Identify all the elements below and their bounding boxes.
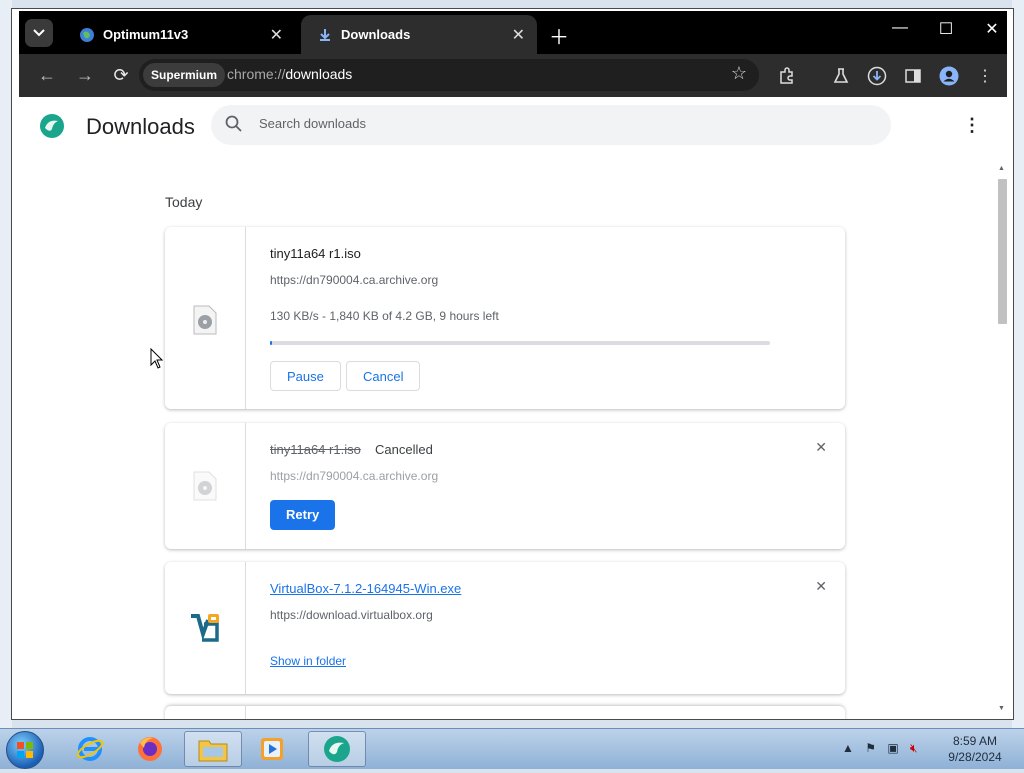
tab-optimum11v3[interactable]: Optimum11v3 ✕ (63, 15, 295, 54)
scroll-down-arrow-icon[interactable]: ▼ (998, 705, 1005, 712)
back-button[interactable]: ← (35, 65, 59, 86)
minimize-button[interactable]: — (885, 19, 915, 37)
downloads-page: Downloads ⋮ Today tiny11a64 r1.iso https… (19, 97, 1007, 719)
file-source-url[interactable]: https://dn790004.ca.archive.org (270, 469, 438, 483)
more-actions-icon[interactable]: ⋮ (963, 115, 981, 136)
firefox-icon[interactable] (124, 731, 176, 767)
taskbar-clock[interactable]: 8:59 AM 9/28/2024 (944, 733, 1006, 765)
iso-file-icon (193, 471, 217, 501)
remove-from-list-icon[interactable]: ✕ (815, 578, 827, 595)
media-player-icon[interactable] (246, 731, 298, 767)
download-status: Cancelled (375, 442, 433, 457)
browser-chip[interactable]: Supermium (143, 63, 226, 87)
download-card-cancelled: tiny11a64 r1.iso Cancelled https://dn790… (165, 423, 845, 549)
pause-button[interactable]: Pause (270, 361, 341, 391)
tab-downloads[interactable]: Downloads ✕ (301, 15, 537, 54)
tab-search-dropdown[interactable] (25, 19, 53, 47)
action-center-flag-icon[interactable]: ⚑ (865, 741, 876, 755)
system-tray: ▲ ⚑ ▣ 🔇︎ (842, 741, 918, 756)
browser-toolbar: ← → ⟳ Supermium chrome://downloads ☆ ⋮ (19, 54, 1007, 97)
virtualbox-icon (189, 612, 221, 644)
download-card-partial (165, 706, 845, 719)
retry-button[interactable]: Retry (270, 500, 336, 530)
windows-taskbar: ▲ ⚑ ▣ 🔇︎ 8:59 AM 9/28/2024 (0, 728, 1024, 769)
mouse-cursor-icon (150, 347, 164, 375)
remove-from-list-icon[interactable]: ✕ (815, 439, 827, 456)
forward-button[interactable]: → (73, 65, 97, 86)
close-tab-icon[interactable]: ✕ (270, 25, 283, 45)
scrollbar[interactable]: ▲ ▼ (998, 165, 1007, 715)
close-window-button[interactable]: ✕ (977, 19, 1007, 39)
volume-muted-icon[interactable]: 🔇︎ (910, 741, 918, 755)
date-section-label: Today (165, 194, 203, 210)
search-box[interactable] (211, 105, 891, 145)
tab-title: Downloads (341, 27, 411, 42)
file-name-link[interactable]: VirtualBox-7.1.2-164945-Win.exe (270, 581, 461, 596)
file-name: tiny11a64 r1.iso (270, 246, 361, 261)
file-source-url[interactable]: https://download.virtualbox.org (270, 608, 433, 622)
page-title: Downloads (86, 114, 195, 139)
profile-avatar-icon[interactable] (937, 64, 961, 88)
download-card-in-progress: tiny11a64 r1.iso https://dn790004.ca.arc… (165, 227, 845, 409)
iso-file-icon (193, 305, 217, 335)
labs-flask-icon[interactable] (829, 64, 853, 88)
reload-button[interactable]: ⟳ (109, 65, 133, 86)
supermium-taskbar-icon[interactable] (308, 731, 366, 767)
side-panel-icon[interactable] (901, 64, 925, 88)
supermium-logo-icon (39, 113, 65, 139)
show-hidden-icons-icon[interactable]: ▲ (842, 741, 854, 755)
tab-strip: Optimum11v3 ✕ Downloads ✕ ＋ — ☐ ✕ (19, 11, 1007, 54)
clock-time: 8:59 AM (952, 734, 998, 748)
file-name: tiny11a64 r1.iso (270, 442, 361, 457)
progress-bar-fill (270, 341, 272, 345)
clock-date: 9/28/2024 (948, 750, 1002, 764)
address-bar[interactable]: Supermium chrome://downloads ☆ (139, 59, 759, 91)
internet-explorer-icon[interactable] (64, 731, 116, 767)
url-text[interactable]: chrome://downloads (227, 66, 352, 82)
search-icon (225, 115, 243, 138)
search-input[interactable] (257, 115, 861, 132)
download-icon (317, 27, 333, 43)
file-explorer-icon[interactable] (184, 731, 242, 767)
maximize-button[interactable]: ☐ (931, 19, 961, 39)
network-icon[interactable]: ▣ (887, 741, 898, 755)
new-tab-button[interactable]: ＋ (549, 21, 569, 50)
download-card-completed: VirtualBox-7.1.2-164945-Win.exe https://… (165, 562, 845, 694)
close-tab-icon[interactable]: ✕ (512, 25, 525, 45)
scroll-up-arrow-icon[interactable]: ▲ (998, 165, 1005, 172)
chevron-down-icon (33, 24, 45, 42)
progress-status: 130 KB/s - 1,840 KB of 4.2 GB, 9 hours l… (270, 309, 499, 323)
show-in-folder-link[interactable]: Show in folder (270, 654, 346, 668)
globe-icon (79, 27, 95, 43)
scrollbar-thumb[interactable] (998, 179, 1007, 324)
progress-bar (270, 341, 770, 345)
start-button[interactable] (6, 731, 44, 769)
tab-title: Optimum11v3 (103, 27, 189, 42)
bookmark-star-icon[interactable]: ☆ (731, 63, 747, 84)
browser-menu-icon[interactable]: ⋮ (973, 64, 997, 88)
cancel-button[interactable]: Cancel (346, 361, 421, 391)
downloads-toolbar-icon[interactable] (865, 64, 889, 88)
extensions-icon[interactable] (775, 64, 799, 88)
file-source-url[interactable]: https://dn790004.ca.archive.org (270, 273, 438, 287)
